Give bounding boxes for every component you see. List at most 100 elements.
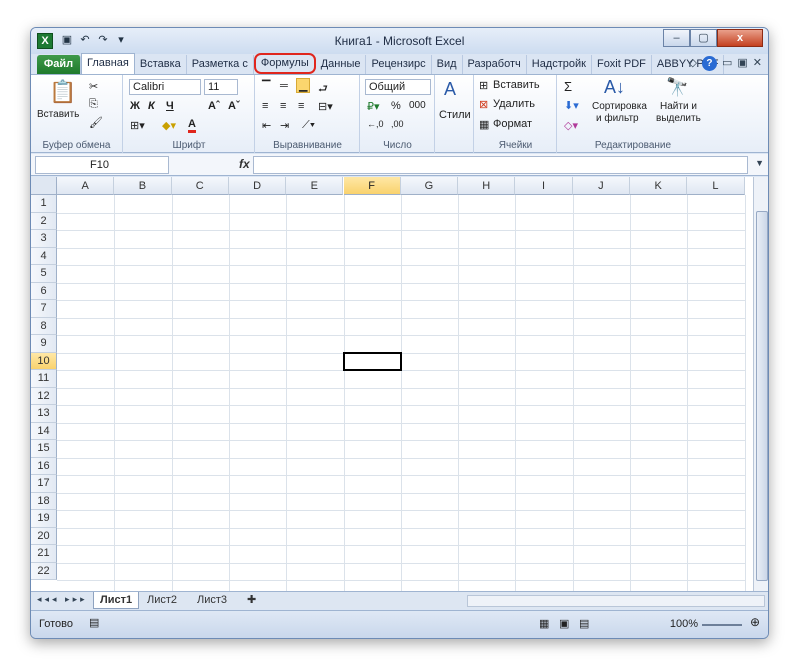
align-right-icon[interactable]: ≡ bbox=[298, 100, 304, 112]
insert-cells-icon[interactable]: ⊞ bbox=[479, 79, 488, 92]
row-header-4[interactable]: 4 bbox=[31, 247, 57, 265]
tab-view[interactable]: Вид bbox=[432, 55, 463, 74]
increase-decimal-icon[interactable]: ←,0 bbox=[367, 119, 384, 129]
page-layout-view-icon[interactable]: ▣ bbox=[559, 617, 569, 630]
tab-foxit-pdf[interactable]: Foxit PDF bbox=[592, 55, 652, 74]
row-header-8[interactable]: 8 bbox=[31, 317, 57, 335]
close-button[interactable]: x bbox=[717, 29, 763, 47]
column-header-h[interactable]: H bbox=[458, 177, 516, 195]
find-select-label2[interactable]: выделить bbox=[656, 113, 701, 124]
sort-filter-icon[interactable]: A↓ bbox=[604, 77, 625, 98]
wrap-text-icon[interactable]: ⮐ bbox=[318, 80, 328, 99]
underline-button[interactable]: Ч bbox=[166, 100, 174, 112]
tab-home[interactable]: Главная bbox=[81, 53, 135, 74]
help-icon[interactable]: ? bbox=[701, 56, 717, 71]
thousands-button[interactable]: 000 bbox=[409, 100, 426, 111]
zoom-slider[interactable] bbox=[702, 624, 742, 626]
font-color-icon[interactable]: A bbox=[188, 118, 196, 133]
doc-minimize-icon[interactable]: ▭ bbox=[722, 56, 732, 71]
row-header-13[interactable]: 13 bbox=[31, 405, 57, 423]
row-header-12[interactable]: 12 bbox=[31, 387, 57, 405]
minimize-button[interactable]: – bbox=[663, 29, 690, 47]
tab-addins[interactable]: Надстройк bbox=[527, 55, 592, 74]
find-select-icon[interactable]: 🔭 bbox=[666, 77, 688, 98]
row-header-17[interactable]: 17 bbox=[31, 475, 57, 493]
borders-icon[interactable]: ⊞▾ bbox=[130, 119, 145, 132]
formula-input[interactable] bbox=[253, 156, 748, 174]
styles-icon[interactable]: A bbox=[444, 79, 456, 100]
format-painter-icon[interactable]: 🖌 bbox=[89, 116, 103, 129]
insert-cells-button[interactable]: Вставить bbox=[493, 79, 540, 91]
autosum-button[interactable]: Σ bbox=[564, 79, 572, 94]
column-header-j[interactable]: J bbox=[572, 177, 630, 195]
doc-restore-icon[interactable]: ▣ bbox=[737, 56, 747, 71]
paste-button-label[interactable]: Вставить bbox=[37, 109, 79, 120]
fill-color-icon[interactable]: ◆▾ bbox=[162, 119, 176, 132]
bold-button[interactable]: Ж bbox=[130, 100, 140, 112]
decrease-decimal-button[interactable]: ,00 bbox=[391, 119, 404, 129]
column-header-i[interactable]: I bbox=[515, 177, 573, 195]
selected-cell[interactable] bbox=[342, 351, 402, 371]
clear-icon[interactable]: ◇▾ bbox=[564, 119, 578, 132]
row-header-5[interactable]: 5 bbox=[31, 265, 57, 283]
tab-review[interactable]: Рецензирс bbox=[366, 55, 432, 74]
insert-sheet-icon[interactable]: ✚ bbox=[241, 592, 262, 609]
row-header-18[interactable]: 18 bbox=[31, 492, 57, 510]
row-header-19[interactable]: 19 bbox=[31, 510, 57, 528]
insert-function-button[interactable]: fx bbox=[239, 157, 250, 171]
styles-button[interactable]: Стили bbox=[439, 109, 471, 121]
row-header-22[interactable]: 22 bbox=[31, 562, 57, 580]
format-cells-button[interactable]: Формат bbox=[493, 118, 532, 130]
paste-icon[interactable]: 📋 bbox=[49, 79, 76, 105]
shrink-font-button[interactable]: Aˇ bbox=[228, 100, 240, 112]
sort-filter-label1[interactable]: Сортировка bbox=[592, 101, 647, 112]
column-header-a[interactable]: A bbox=[57, 177, 115, 195]
sort-filter-label2[interactable]: и фильтр bbox=[596, 113, 639, 124]
align-left-icon[interactable]: ≡ bbox=[262, 100, 268, 112]
vertical-scroll-thumb[interactable] bbox=[756, 211, 768, 581]
expand-formula-bar-icon[interactable]: ▼ bbox=[755, 158, 764, 168]
row-header-20[interactable]: 20 bbox=[31, 527, 57, 545]
increase-indent-icon[interactable]: ⇥ bbox=[280, 119, 289, 132]
format-cells-icon[interactable]: ▦ bbox=[479, 118, 489, 131]
column-header-k[interactable]: K bbox=[630, 177, 688, 195]
row-header-2[interactable]: 2 bbox=[31, 212, 57, 230]
currency-icon[interactable]: ₽▾ bbox=[367, 100, 380, 113]
delete-cells-icon[interactable]: ⊠ bbox=[479, 98, 488, 111]
merge-cells-icon[interactable]: ⊟▾ bbox=[318, 100, 333, 113]
row-header-3[interactable]: 3 bbox=[31, 230, 57, 248]
sheet-tab-2[interactable]: Лист2 bbox=[141, 592, 183, 609]
cut-icon[interactable]: ✂ bbox=[89, 80, 98, 93]
doc-close-icon[interactable]: ✕ bbox=[753, 56, 762, 71]
column-header-e[interactable]: E bbox=[286, 177, 344, 195]
align-top-icon[interactable]: ▔ bbox=[262, 80, 270, 93]
minimize-ribbon-icon[interactable]: ◇ bbox=[689, 56, 697, 71]
page-break-view-icon[interactable]: ▤ bbox=[579, 617, 589, 630]
column-header-g[interactable]: G bbox=[400, 177, 459, 195]
grow-font-button[interactable]: Aˆ bbox=[208, 100, 220, 112]
number-format-select[interactable]: Общий bbox=[365, 79, 431, 95]
sheet-tab-3[interactable]: Лист3 bbox=[191, 592, 233, 609]
copy-icon[interactable]: ⎘ bbox=[89, 98, 98, 111]
fill-icon[interactable]: ⬇▾ bbox=[564, 99, 579, 112]
maximize-button[interactable]: ▢ bbox=[690, 29, 717, 47]
column-header-l[interactable]: L bbox=[687, 177, 745, 195]
column-header-f[interactable]: F bbox=[343, 177, 401, 195]
find-select-label1[interactable]: Найти и bbox=[660, 101, 697, 112]
row-header-11[interactable]: 11 bbox=[31, 370, 57, 388]
zoom-level[interactable]: 100% bbox=[670, 618, 698, 630]
percent-button[interactable]: % bbox=[391, 100, 401, 112]
font-size-select[interactable]: 11 bbox=[204, 79, 238, 95]
align-center-icon[interactable]: ≡ bbox=[280, 100, 286, 112]
tab-data[interactable]: Данные bbox=[316, 55, 367, 74]
decrease-indent-icon[interactable]: ⇤ bbox=[262, 119, 271, 132]
row-header-14[interactable]: 14 bbox=[31, 422, 57, 440]
macro-record-icon[interactable]: ▤ bbox=[89, 616, 99, 629]
tab-developer[interactable]: Разработч bbox=[463, 55, 527, 74]
sheet-tab-1[interactable]: Лист1 bbox=[93, 592, 140, 609]
horizontal-scrollbar[interactable] bbox=[467, 595, 765, 607]
tab-file[interactable]: Файл bbox=[37, 55, 81, 74]
orientation-icon[interactable]: ⟋▾ bbox=[302, 119, 315, 132]
row-header-1[interactable]: 1 bbox=[31, 195, 57, 213]
column-header-d[interactable]: D bbox=[228, 177, 287, 195]
